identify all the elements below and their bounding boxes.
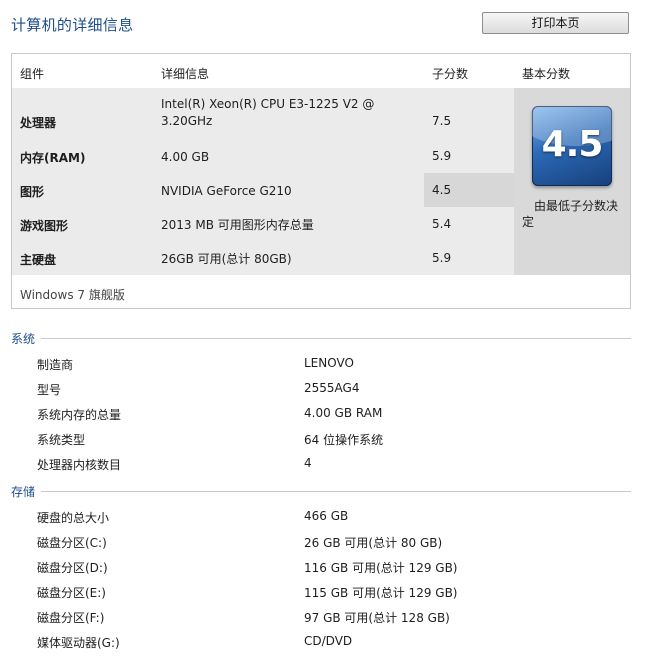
component-label: 内存(RAM)	[20, 151, 86, 165]
system-row-manufacturer: 制造商 LENOVO	[0, 356, 671, 376]
base-score-cell: 4.5 由最低子分数决定	[514, 88, 630, 275]
component-details: 26GB 可用(总计 80GB)	[161, 252, 292, 266]
section-title-system: 系统	[11, 332, 36, 346]
subscore-cell: 5.4	[424, 207, 514, 241]
info-label: 媒体驱动器(G:)	[37, 636, 120, 650]
storage-row-d: 磁盘分区(D:) 116 GB 可用(总计 129 GB)	[0, 559, 671, 579]
storage-row-g: 媒体驱动器(G:) CD/DVD	[0, 634, 671, 654]
info-label: 处理器内核数目	[37, 458, 122, 472]
score-row-graphics: 图形 NVIDIA GeForce G210 4.5	[12, 173, 514, 207]
storage-row-e: 磁盘分区(E:) 115 GB 可用(总计 129 GB)	[0, 584, 671, 604]
info-label: 型号	[37, 383, 62, 397]
subscore-value: 5.9	[432, 251, 452, 265]
info-value: 4.00 GB RAM	[304, 406, 383, 420]
info-value: 115 GB 可用(总计 129 GB)	[304, 586, 458, 600]
print-page-button[interactable]: 打印本页	[482, 12, 629, 34]
system-row-memory: 系统内存的总量 4.00 GB RAM	[0, 406, 671, 426]
info-value: 97 GB 可用(总计 128 GB)	[304, 611, 450, 625]
component-details: NVIDIA GeForce G210	[161, 184, 292, 198]
base-score-note: 由最低子分数决定	[522, 199, 619, 229]
info-value: 26 GB 可用(总计 80 GB)	[304, 536, 443, 550]
subscore-value: 5.9	[432, 149, 452, 163]
info-label: 磁盘分区(C:)	[37, 536, 107, 550]
info-label: 制造商	[37, 358, 74, 372]
details-line-2: 3.20GHz	[161, 114, 213, 128]
base-score-value: 4.5	[541, 124, 604, 165]
info-label: 磁盘分区(E:)	[37, 586, 106, 600]
info-value: 116 GB 可用(总计 129 GB)	[304, 561, 458, 575]
score-row-memory: 内存(RAM) 4.00 GB 5.9	[12, 139, 514, 173]
section-divider	[41, 491, 631, 492]
section-divider	[41, 338, 631, 339]
header-subscore: 子分数	[432, 67, 469, 81]
info-value: 4	[304, 456, 312, 470]
page-title: 计算机的详细信息	[11, 16, 134, 34]
info-label: 磁盘分区(F:)	[37, 611, 105, 625]
windows-edition: Windows 7 旗舰版	[20, 288, 125, 302]
component-label: 主硬盘	[20, 253, 57, 267]
score-panel: 组件 详细信息 子分数 基本分数 处理器 Intel(R) Xeon(R) CP…	[11, 53, 631, 309]
system-row-type: 系统类型 64 位操作系统	[0, 431, 671, 451]
info-value: 466 GB	[304, 509, 349, 523]
score-row-primary-disk: 主硬盘 26GB 可用(总计 80GB) 5.9	[12, 241, 514, 275]
component-label: 图形	[20, 185, 45, 199]
info-label: 系统类型	[37, 433, 86, 447]
storage-row-c: 磁盘分区(C:) 26 GB 可用(总计 80 GB)	[0, 534, 671, 554]
info-value: CD/DVD	[304, 634, 353, 648]
system-row-model: 型号 2555AG4	[0, 381, 671, 401]
subscore-cell: 5.9	[424, 139, 514, 173]
component-label: 处理器	[20, 116, 57, 130]
info-value: 64 位操作系统	[304, 433, 384, 447]
storage-row-f: 磁盘分区(F:) 97 GB 可用(总计 128 GB)	[0, 609, 671, 629]
info-label: 磁盘分区(D:)	[37, 561, 108, 575]
subscore-value: 4.5	[432, 183, 452, 197]
info-value: 2555AG4	[304, 381, 360, 395]
storage-row-total: 硬盘的总大小 466 GB	[0, 509, 671, 529]
info-value: LENOVO	[304, 356, 354, 370]
component-details: Intel(R) Xeon(R) CPU E3-1225 V2 @ 3.20GH…	[161, 96, 374, 130]
subscore-cell: 7.5	[424, 88, 514, 139]
subscore-cell: 5.9	[424, 241, 514, 275]
component-label: 游戏图形	[20, 219, 69, 233]
section-title-storage: 存储	[11, 485, 36, 499]
score-row-processor: 处理器 Intel(R) Xeon(R) CPU E3-1225 V2 @ 3.…	[12, 88, 514, 139]
header-base-score: 基本分数	[522, 67, 571, 81]
subscore-value: 5.4	[432, 217, 452, 231]
info-label: 系统内存的总量	[37, 408, 122, 422]
score-table-header: 组件 详细信息 子分数 基本分数	[12, 54, 630, 88]
subscore-cell-lowest: 4.5	[424, 173, 514, 207]
component-details: 4.00 GB	[161, 150, 210, 164]
details-line-1: Intel(R) Xeon(R) CPU E3-1225 V2 @	[161, 97, 375, 111]
score-row-gaming-graphics: 游戏图形 2013 MB 可用图形内存总量 5.4	[12, 207, 514, 241]
header-details: 详细信息	[161, 67, 210, 81]
system-row-cores: 处理器内核数目 4	[0, 456, 671, 476]
header-component: 组件	[20, 67, 45, 81]
subscore-value: 7.5	[432, 114, 452, 128]
info-label: 硬盘的总大小	[37, 511, 110, 525]
component-details: 2013 MB 可用图形内存总量	[161, 218, 314, 232]
base-score-badge: 4.5	[532, 106, 612, 186]
score-table-body: 处理器 Intel(R) Xeon(R) CPU E3-1225 V2 @ 3.…	[12, 88, 630, 275]
